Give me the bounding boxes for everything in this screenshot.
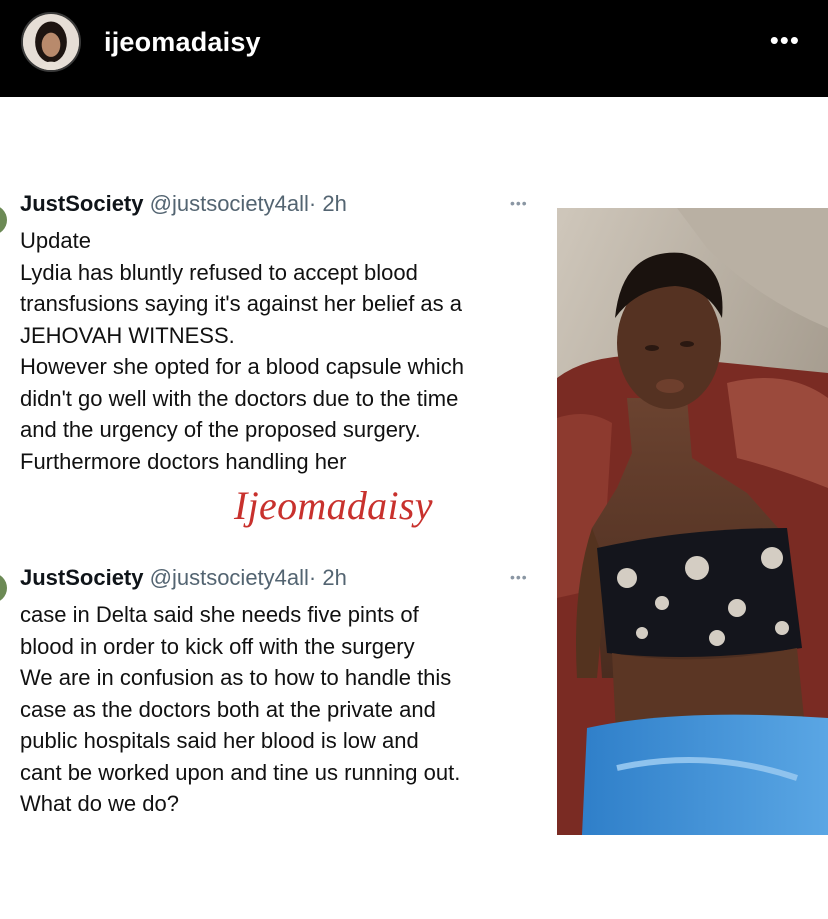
tweet-line: However she opted for a blood capsule wh… (20, 354, 464, 379)
tweet-line: case as the doctors both at the private … (20, 696, 436, 722)
tweet-line: We are in confusion as to how to handle … (20, 665, 452, 690)
tweet-author-handle: @justsociety4all (149, 191, 309, 216)
tweet-line: and the urgency of the proposed surgery. (20, 417, 421, 442)
tweet-line: What do we do? (20, 791, 179, 816)
tweet-line: blood in order to kick off with the surg… (20, 633, 415, 659)
tweet-author-name: JustSociety (20, 191, 144, 216)
tweet-author-handle: @justsociety4all (149, 565, 309, 590)
post-photo[interactable] (557, 208, 828, 835)
tweet-line: Update (20, 228, 91, 253)
tweet-line: Furthermore doctors handling her (20, 448, 347, 474)
tweet-avatar (0, 573, 7, 603)
tweet-more-icon[interactable]: ••• (510, 569, 528, 585)
tweet-line: didn't go well with the doctors due to t… (20, 385, 459, 411)
watermark-text: Ijeomadaisy (234, 483, 433, 528)
tweet-line: case in Delta said she needs five pints … (20, 602, 419, 627)
tweet-line: JEHOVAH WITNESS. (20, 322, 235, 348)
avatar-icon (23, 14, 79, 70)
tweet-line: transfusions saying it's against her bel… (20, 291, 462, 316)
tweet-avatar (0, 205, 7, 235)
tweet-text: Update Lydia has bluntly refused to acce… (20, 225, 540, 477)
more-options-icon[interactable]: ••• (770, 27, 800, 53)
photo-image (557, 208, 828, 835)
tweet-more-icon[interactable]: ••• (510, 195, 528, 211)
tweet-header: JustSociety @justsociety4all· 2h (20, 191, 347, 217)
tweet-line: public hospitals said her blood is low a… (20, 728, 419, 753)
tweet-text: case in Delta said she needs five pints … (20, 599, 540, 820)
tweet-line: Lydia has bluntly refused to accept bloo… (20, 259, 418, 285)
tweet-header: JustSociety @justsociety4all· 2h (20, 565, 347, 591)
post-header: ijeomadaisy ••• (0, 0, 828, 97)
profile-avatar[interactable] (21, 12, 81, 72)
tweet-timestamp: · 2h (308, 191, 347, 216)
tweet-line: cant be worked upon and tine us running … (20, 759, 461, 785)
tweet-author-name: JustSociety (20, 565, 144, 590)
tweet-timestamp: · 2h (308, 565, 347, 590)
post-screen: ijeomadaisy ••• JustSociety @justsociety… (0, 0, 828, 919)
account-username[interactable]: ijeomadaisy (104, 27, 261, 58)
